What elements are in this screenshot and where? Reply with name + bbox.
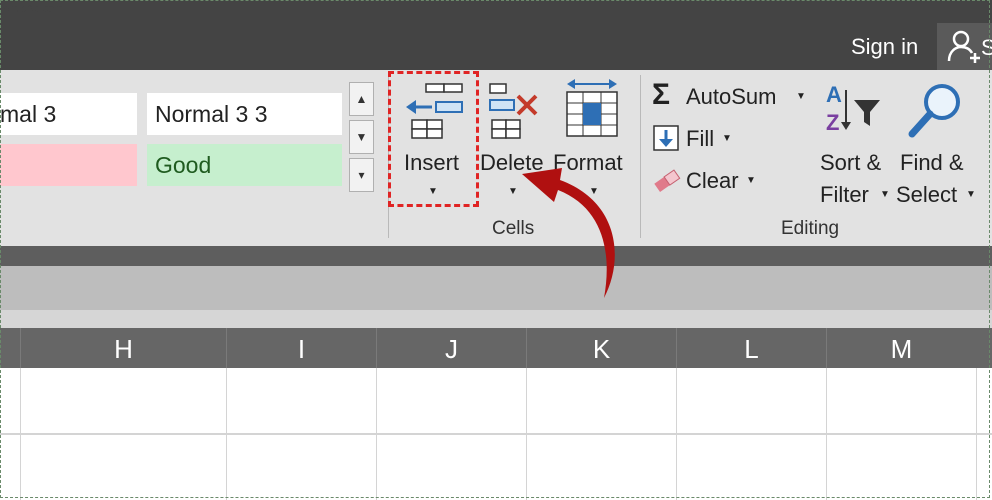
column-header-h[interactable]: H: [20, 328, 226, 368]
magnifier-icon: [908, 84, 960, 138]
svg-text:Z: Z: [826, 110, 839, 135]
ribbon: mal 3 Normal 3 3 Good ▲ ▼ ▾ Insert ▼ Del…: [0, 70, 992, 246]
autosum-button[interactable]: Σ AutoSum ▼: [650, 78, 810, 112]
column-header-k[interactable]: K: [526, 328, 676, 368]
svg-text:A: A: [826, 82, 842, 107]
sort-filter-dropdown-icon: ▼: [880, 189, 890, 200]
styles-gallery-scroll: ▲ ▼ ▾: [349, 82, 374, 194]
share-button[interactable]: S: [937, 23, 992, 70]
sort-filter-button[interactable]: A Z Sort & Filter ▼: [818, 78, 892, 208]
fill-down-icon: [653, 125, 679, 151]
autosum-label: AutoSum: [686, 84, 777, 109]
annotation-arrow-icon: [522, 168, 615, 298]
style-good[interactable]: Good: [147, 144, 342, 186]
watermark: ArabAq.com: [3, 3, 64, 15]
share-label-partial: S: [981, 35, 992, 60]
fill-button[interactable]: Fill ▼: [650, 122, 740, 154]
sort-az-icon: A Z: [826, 82, 880, 135]
find-select-label-line1: Find &: [900, 150, 964, 175]
column-header-l[interactable]: L: [676, 328, 826, 368]
sort-filter-label-line2: Filter: [820, 182, 869, 207]
column-header-m[interactable]: M: [826, 328, 976, 368]
gallery-scroll-down-button[interactable]: ▼: [349, 120, 374, 154]
format-cells-icon: [566, 79, 618, 137]
grid-row-line: [0, 433, 992, 435]
delete-cells-icon: [489, 83, 538, 139]
fill-dropdown-icon: ▼: [722, 133, 732, 144]
column-header-row: H I J K L M: [0, 328, 992, 368]
clear-button[interactable]: Clear ▼: [650, 164, 760, 196]
worksheet-grid[interactable]: [0, 368, 992, 500]
style-normal-3-3[interactable]: Normal 3 3: [147, 93, 342, 135]
eraser-icon: [654, 169, 681, 192]
formula-bar-region: [0, 246, 992, 266]
gallery-scroll-up-button[interactable]: ▲: [349, 82, 374, 116]
find-select-label-line2: Select: [896, 182, 958, 207]
add-user-icon: [947, 30, 980, 63]
sigma-icon: Σ: [652, 78, 671, 111]
ribbon-separator: [640, 75, 641, 238]
clear-label: Clear: [686, 168, 739, 193]
column-header-i[interactable]: I: [226, 328, 376, 368]
autosum-dropdown-icon: ▼: [796, 91, 806, 102]
style-normal-3[interactable]: mal 3: [0, 93, 137, 135]
column-header-j[interactable]: J: [376, 328, 526, 368]
sign-in-link[interactable]: Sign in: [851, 34, 918, 60]
style-bad[interactable]: [0, 144, 137, 186]
find-select-dropdown-icon: ▼: [966, 189, 976, 200]
find-select-button[interactable]: Find & Select ▼: [896, 78, 986, 208]
insert-highlight-box: [388, 71, 479, 207]
title-bar: Sign in S: [0, 0, 992, 70]
sort-filter-label-line1: Sort &: [820, 150, 882, 175]
clear-dropdown-icon: ▼: [746, 175, 756, 186]
formula-bar[interactable]: [0, 266, 992, 310]
fill-label: Fill: [686, 126, 715, 151]
gallery-more-button[interactable]: ▾: [349, 158, 374, 192]
editing-group-label: Editing: [781, 218, 840, 239]
